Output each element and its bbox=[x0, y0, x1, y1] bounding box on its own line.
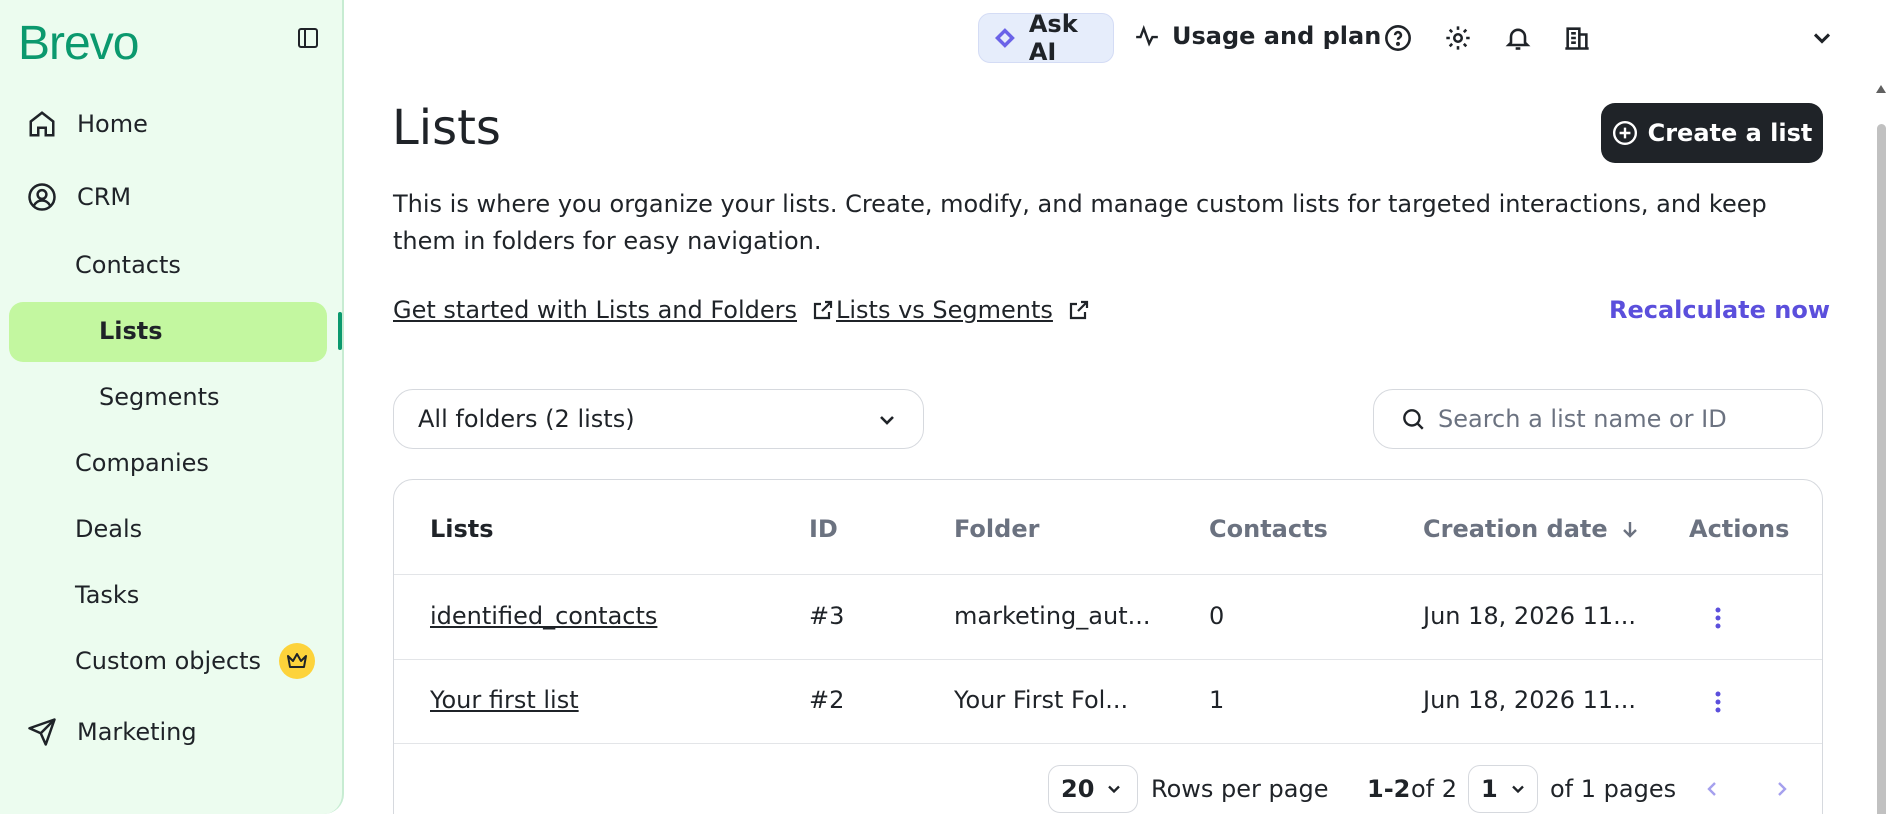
send-icon bbox=[28, 718, 56, 746]
list-creation-date: Jun 18, 2026 11... bbox=[1423, 602, 1637, 630]
sidebar-item-contacts[interactable]: Contacts bbox=[75, 251, 181, 279]
sidebar-item-label: Custom objects bbox=[75, 647, 262, 675]
link-label: Lists vs Segments bbox=[836, 296, 1053, 324]
sidebar: Brevo Home CRM Contacts Lists Segments C… bbox=[0, 0, 344, 814]
page-description: This is where you organize your lists. C… bbox=[393, 190, 1767, 255]
row-divider bbox=[394, 574, 1822, 575]
page-number-value: 1 bbox=[1481, 775, 1498, 803]
list-folder: Your First Fol... bbox=[954, 686, 1129, 714]
plus-circle-icon bbox=[1612, 120, 1637, 146]
sidebar-item-tasks[interactable]: Tasks bbox=[75, 581, 139, 609]
chevron-down-icon bbox=[1108, 785, 1121, 794]
column-header-actions: Actions bbox=[1689, 515, 1790, 543]
sidebar-item-marketing[interactable]: Marketing bbox=[27, 712, 197, 752]
account-chevron-down-icon[interactable] bbox=[1808, 24, 1836, 52]
sidebar-item-label: CRM bbox=[77, 183, 132, 211]
search-placeholder: Search a list name or ID bbox=[1438, 405, 1727, 433]
pagination-range: 1-2 bbox=[1367, 775, 1411, 803]
sidebar-item-label: Marketing bbox=[77, 718, 197, 746]
list-creation-date: Jun 18, 2026 11... bbox=[1423, 686, 1637, 714]
list-id: #2 bbox=[809, 686, 845, 714]
column-header-id[interactable]: ID bbox=[809, 515, 838, 543]
list-id: #3 bbox=[809, 602, 845, 630]
scrollbar-thumb[interactable] bbox=[1877, 124, 1886, 814]
rows-per-page-select[interactable]: 20 bbox=[1048, 765, 1138, 813]
notifications-bell-icon[interactable] bbox=[1504, 24, 1532, 52]
sidebar-active-highlight bbox=[9, 302, 327, 362]
sidebar-item-crm[interactable]: CRM bbox=[27, 177, 131, 217]
user-circle-icon bbox=[28, 183, 56, 211]
lists-vs-segments-link[interactable]: Lists vs Segments bbox=[836, 296, 1091, 324]
pagination-total: of 2 bbox=[1411, 775, 1458, 803]
search-input[interactable]: Search a list name or ID bbox=[1373, 389, 1823, 449]
page-title: Lists bbox=[392, 100, 501, 156]
sidebar-collapse-icon[interactable] bbox=[296, 26, 320, 50]
chevron-down-icon bbox=[1511, 785, 1524, 794]
sidebar-item-custom-objects[interactable]: Custom objects bbox=[75, 643, 316, 679]
recalculate-now-button[interactable]: Recalculate now bbox=[1609, 296, 1830, 324]
page-number-select[interactable]: 1 bbox=[1468, 765, 1538, 813]
sort-arrow-down-icon bbox=[1622, 522, 1637, 538]
active-indicator bbox=[338, 312, 342, 350]
folder-filter-value: All folders (2 lists) bbox=[418, 405, 635, 433]
lists-table: Lists ID Folder Contacts Creation date A… bbox=[393, 479, 1823, 814]
next-page-chevron-right-icon[interactable] bbox=[1770, 777, 1794, 801]
sidebar-item-label: Home bbox=[77, 110, 148, 138]
create-list-label: Create a list bbox=[1647, 119, 1813, 147]
ask-ai-label: Ask AI bbox=[1028, 10, 1078, 66]
list-name-link[interactable]: Your first list bbox=[430, 686, 579, 714]
top-bar bbox=[344, 0, 1890, 76]
row-actions-kebab-icon[interactable] bbox=[1715, 607, 1721, 629]
column-header-contacts[interactable]: Contacts bbox=[1209, 515, 1328, 543]
brevo-logo[interactable]: Brevo bbox=[18, 16, 139, 71]
create-list-button[interactable]: Create a list bbox=[1601, 103, 1823, 163]
pagination-pages-label: of 1 pages bbox=[1550, 775, 1677, 803]
chevron-down-icon bbox=[880, 416, 894, 425]
folder-filter-dropdown[interactable]: All folders (2 lists) bbox=[393, 389, 924, 449]
row-actions-kebab-icon[interactable] bbox=[1715, 691, 1721, 713]
scroll-up-arrow-icon[interactable] bbox=[1875, 84, 1887, 94]
usage-and-plan-button[interactable]: Usage and plan bbox=[1134, 22, 1381, 50]
sidebar-item-companies[interactable]: Companies bbox=[75, 449, 209, 477]
activity-icon bbox=[1136, 24, 1158, 47]
list-contacts-count: 1 bbox=[1209, 686, 1225, 714]
settings-gear-icon[interactable] bbox=[1444, 24, 1472, 52]
row-divider bbox=[394, 743, 1822, 744]
external-link-icon bbox=[813, 300, 833, 320]
sidebar-item-deals[interactable]: Deals bbox=[75, 515, 142, 543]
row-divider bbox=[394, 659, 1822, 660]
help-icon[interactable] bbox=[1384, 24, 1412, 52]
column-header-lists[interactable]: Lists bbox=[430, 515, 494, 543]
ai-diamond-icon bbox=[994, 28, 1015, 48]
page-scrollbar[interactable] bbox=[1872, 76, 1890, 814]
external-link-icon bbox=[1069, 300, 1089, 320]
sidebar-item-home[interactable]: Home bbox=[27, 104, 148, 144]
crown-icon bbox=[279, 643, 316, 679]
rows-per-page-value: 20 bbox=[1061, 775, 1095, 803]
column-header-label: Creation date bbox=[1423, 515, 1608, 543]
rows-per-page-label: Rows per page bbox=[1151, 775, 1329, 803]
sidebar-item-lists[interactable]: Lists bbox=[99, 317, 163, 345]
previous-page-chevron-left-icon[interactable] bbox=[1700, 777, 1724, 801]
column-header-creation-date[interactable]: Creation date bbox=[1423, 515, 1642, 543]
sidebar-item-segments[interactable]: Segments bbox=[99, 383, 220, 411]
organization-building-icon[interactable] bbox=[1563, 24, 1591, 52]
ask-ai-button[interactable]: Ask AI bbox=[978, 10, 1114, 66]
link-label: Get started with Lists and Folders bbox=[393, 296, 798, 324]
home-icon bbox=[29, 111, 55, 137]
column-header-folder[interactable]: Folder bbox=[954, 515, 1039, 543]
usage-label: Usage and plan bbox=[1172, 22, 1382, 50]
list-folder: marketing_aut... bbox=[954, 602, 1151, 630]
search-icon bbox=[1403, 409, 1424, 430]
list-contacts-count: 0 bbox=[1209, 602, 1225, 630]
list-name-link[interactable]: identified_contacts bbox=[430, 602, 657, 630]
get-started-link[interactable]: Get started with Lists and Folders bbox=[393, 296, 835, 324]
